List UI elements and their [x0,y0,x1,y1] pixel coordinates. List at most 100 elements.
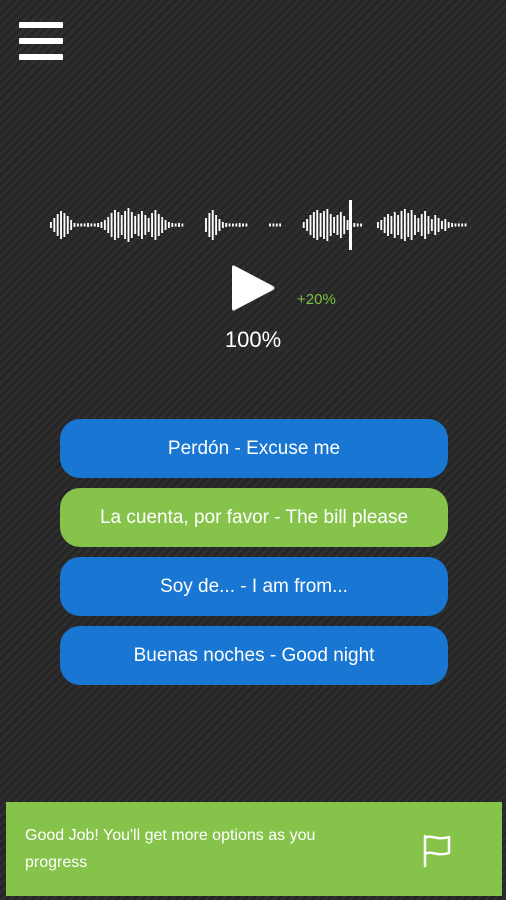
waveform-bar [70,220,73,230]
flag-icon[interactable] [419,832,455,868]
waveform-bar [397,215,400,235]
waveform-bar [387,214,389,236]
waveform-bar [144,215,147,235]
waveform-bar [272,223,275,227]
waveform-bar [117,212,120,238]
waveform-bar [127,208,130,242]
waveform-bar [120,215,123,235]
waveform-bar [215,215,218,235]
waveform-bar [225,223,228,227]
waveform-bar [393,212,396,238]
waveform-bar [90,223,93,227]
waveform-bar [167,222,170,228]
waveform-bar [420,214,423,236]
waveform-bar [275,223,278,227]
waveform-bar [279,223,282,227]
waveform-bar [73,223,76,227]
waveform-bar [221,222,224,228]
waveform-bar [211,210,214,240]
waveform-bar [410,210,413,240]
waveform-bar [114,210,116,240]
waveform-bar [93,223,96,227]
hamburger-menu-icon[interactable] [19,22,63,62]
waveform-bar [97,223,100,227]
play-icon[interactable] [229,263,277,313]
playhead-marker[interactable] [349,200,352,250]
waveform-bar [80,223,83,227]
answer-option-4[interactable]: Buenas noches - Good night [60,626,448,685]
waveform-bar [178,223,180,227]
waveform-bar [424,211,427,239]
waveform-bar [326,209,329,241]
feedback-bar: Good Job! You'll get more options as you… [6,802,502,896]
waveform-bar [151,213,153,237]
waveform-bar [323,211,325,239]
waveform-bar [137,214,140,236]
waveform-bar [312,212,315,238]
waveform-bar [161,217,164,233]
waveform-bar [76,223,79,227]
waveform-bar [306,219,309,231]
waveform-bar [60,211,62,239]
waveform-bar [103,220,106,230]
waveform-bar [461,223,464,227]
answer-options: Perdón - Excuse me La cuenta, por favor … [60,419,448,695]
waveform-bar [130,212,133,238]
waveform-bar [451,223,453,227]
waveform-bar [383,217,386,233]
waveform-bar [157,214,160,236]
audio-waveform[interactable] [50,196,468,254]
waveform-bar [269,223,271,227]
waveform-bar [242,223,244,227]
waveform-bar [154,210,157,240]
waveform-bar [228,223,231,227]
waveform-bar [147,218,150,232]
waveform-bar [437,218,440,232]
waveform-bar [63,213,66,237]
playback-speed-label: 100% [224,327,282,352]
waveform-bar [181,223,184,227]
answer-option-3[interactable]: Soy de... - I am from... [60,557,448,616]
waveform-bar [205,218,207,232]
waveform-bar [346,220,349,230]
answer-option-2[interactable]: La cuenta, por favor - The bill please [60,488,448,547]
waveform-bar [141,211,143,239]
waveform-bar [100,222,103,228]
waveform-bar [53,218,56,232]
waveform-bar [238,223,241,227]
waveform-bar [380,220,383,230]
answer-option-1[interactable]: Perdón - Excuse me [60,419,448,478]
waveform-bar [360,223,362,227]
waveform-bar [171,223,174,227]
waveform-bar [336,215,339,235]
waveform-bar [309,215,312,235]
waveform-bar [66,216,69,234]
waveform-bar [302,222,305,228]
waveform-bar [454,223,457,227]
waveform-bar [417,218,420,232]
speed-increment-button[interactable]: +20% [297,291,336,308]
waveform-bar [343,216,346,234]
waveform-bar [319,213,322,237]
waveform-bar [339,212,342,238]
waveform-bar [174,223,177,227]
waveform-bar [235,223,238,227]
waveform-bar [134,216,137,234]
waveform-bar [447,222,450,228]
waveform-bar [353,223,356,227]
waveform-bar [407,213,410,237]
waveform-bar [164,220,167,230]
waveform-bar [444,219,447,231]
waveform-bar [457,223,460,227]
waveform-bar [329,214,332,236]
waveform-bar [441,221,443,229]
waveform-bar [390,216,393,234]
waveform-bar [232,223,234,227]
waveform-bar [434,215,437,235]
waveform-bar [245,223,248,227]
waveform-bar [414,215,416,235]
waveform-bar [356,223,359,227]
waveform-bar [316,210,319,240]
waveform-bar [124,211,127,239]
waveform-bar [218,219,221,231]
